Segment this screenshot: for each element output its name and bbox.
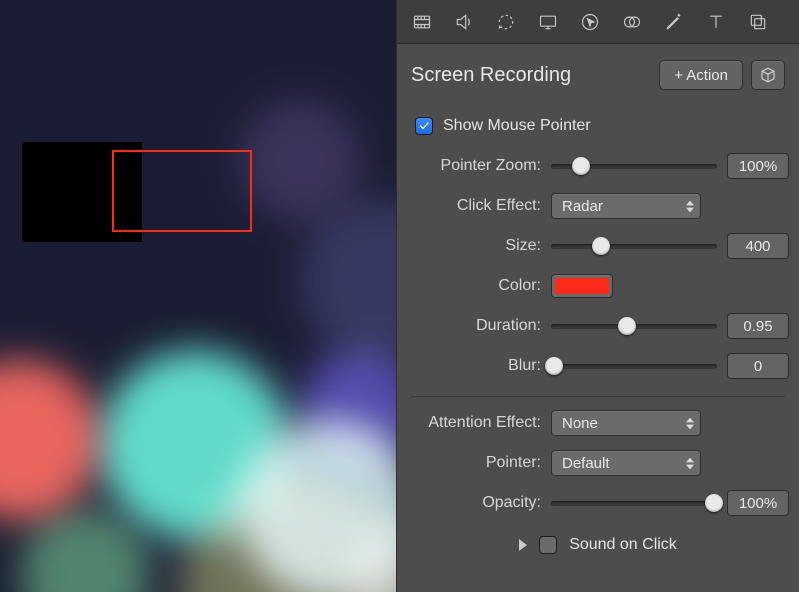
text-tab-icon[interactable]: [701, 8, 731, 36]
sound-on-click-checkbox[interactable]: [539, 536, 557, 554]
opacity-label: Opacity:: [411, 494, 541, 512]
pointer-select[interactable]: Default: [551, 450, 701, 476]
timing-tab-icon[interactable]: [491, 8, 521, 36]
inspector-panel: Screen Recording + Action Show Mouse Poi…: [396, 0, 799, 592]
pointer-label: Pointer:: [411, 454, 541, 472]
duration-value[interactable]: 0.95: [727, 313, 789, 339]
cube-button[interactable]: [751, 60, 785, 90]
divider: [411, 396, 785, 397]
blur-value[interactable]: 0: [727, 353, 789, 379]
duration-label: Duration:: [411, 317, 541, 335]
cursor-tab-icon[interactable]: [575, 8, 605, 36]
size-value[interactable]: 400: [727, 233, 789, 259]
color-label: Color:: [411, 277, 541, 295]
pointer-zoom-label: Pointer Zoom:: [411, 157, 541, 175]
attention-effect-label: Attention Effect:: [411, 414, 541, 432]
blur-label: Blur:: [411, 357, 541, 375]
video-preview[interactable]: [0, 0, 396, 592]
attention-effect-value: None: [562, 415, 598, 432]
annotate-tab-icon[interactable]: [659, 8, 689, 36]
duplicate-tab-icon[interactable]: [743, 8, 773, 36]
show-mouse-pointer-label: Show Mouse Pointer: [443, 117, 591, 135]
attention-effect-select[interactable]: None: [551, 410, 701, 436]
pointer-zoom-value[interactable]: 100%: [727, 153, 789, 179]
opacity-slider[interactable]: [551, 493, 717, 513]
color-chip: [555, 278, 609, 294]
inspector-tabbar: [397, 0, 799, 44]
select-arrows-icon: [686, 200, 694, 213]
duration-slider[interactable]: [551, 316, 717, 336]
show-mouse-pointer-checkbox[interactable]: [415, 117, 433, 135]
screen-tab-icon[interactable]: [533, 8, 563, 36]
blend-tab-icon[interactable]: [617, 8, 647, 36]
click-effect-label: Click Effect:: [411, 197, 541, 215]
disclosure-triangle-icon[interactable]: [519, 539, 527, 551]
blur-slider[interactable]: [551, 356, 717, 376]
select-arrows-icon: [686, 417, 694, 430]
select-arrows-icon: [686, 457, 694, 470]
color-well[interactable]: [551, 274, 613, 298]
pointer-value: Default: [562, 455, 610, 472]
selection-rectangle[interactable]: [112, 150, 252, 232]
pointer-zoom-slider[interactable]: [551, 156, 717, 176]
size-label: Size:: [411, 237, 541, 255]
audio-tab-icon[interactable]: [449, 8, 479, 36]
click-effect-select[interactable]: Radar: [551, 193, 701, 219]
click-effect-value: Radar: [562, 198, 603, 215]
section-title: Screen Recording: [411, 64, 571, 87]
add-action-button[interactable]: + Action: [659, 60, 743, 90]
size-slider[interactable]: [551, 236, 717, 256]
video-tab-icon[interactable]: [407, 8, 437, 36]
opacity-value[interactable]: 100%: [727, 490, 789, 516]
sound-on-click-label: Sound on Click: [569, 536, 677, 554]
